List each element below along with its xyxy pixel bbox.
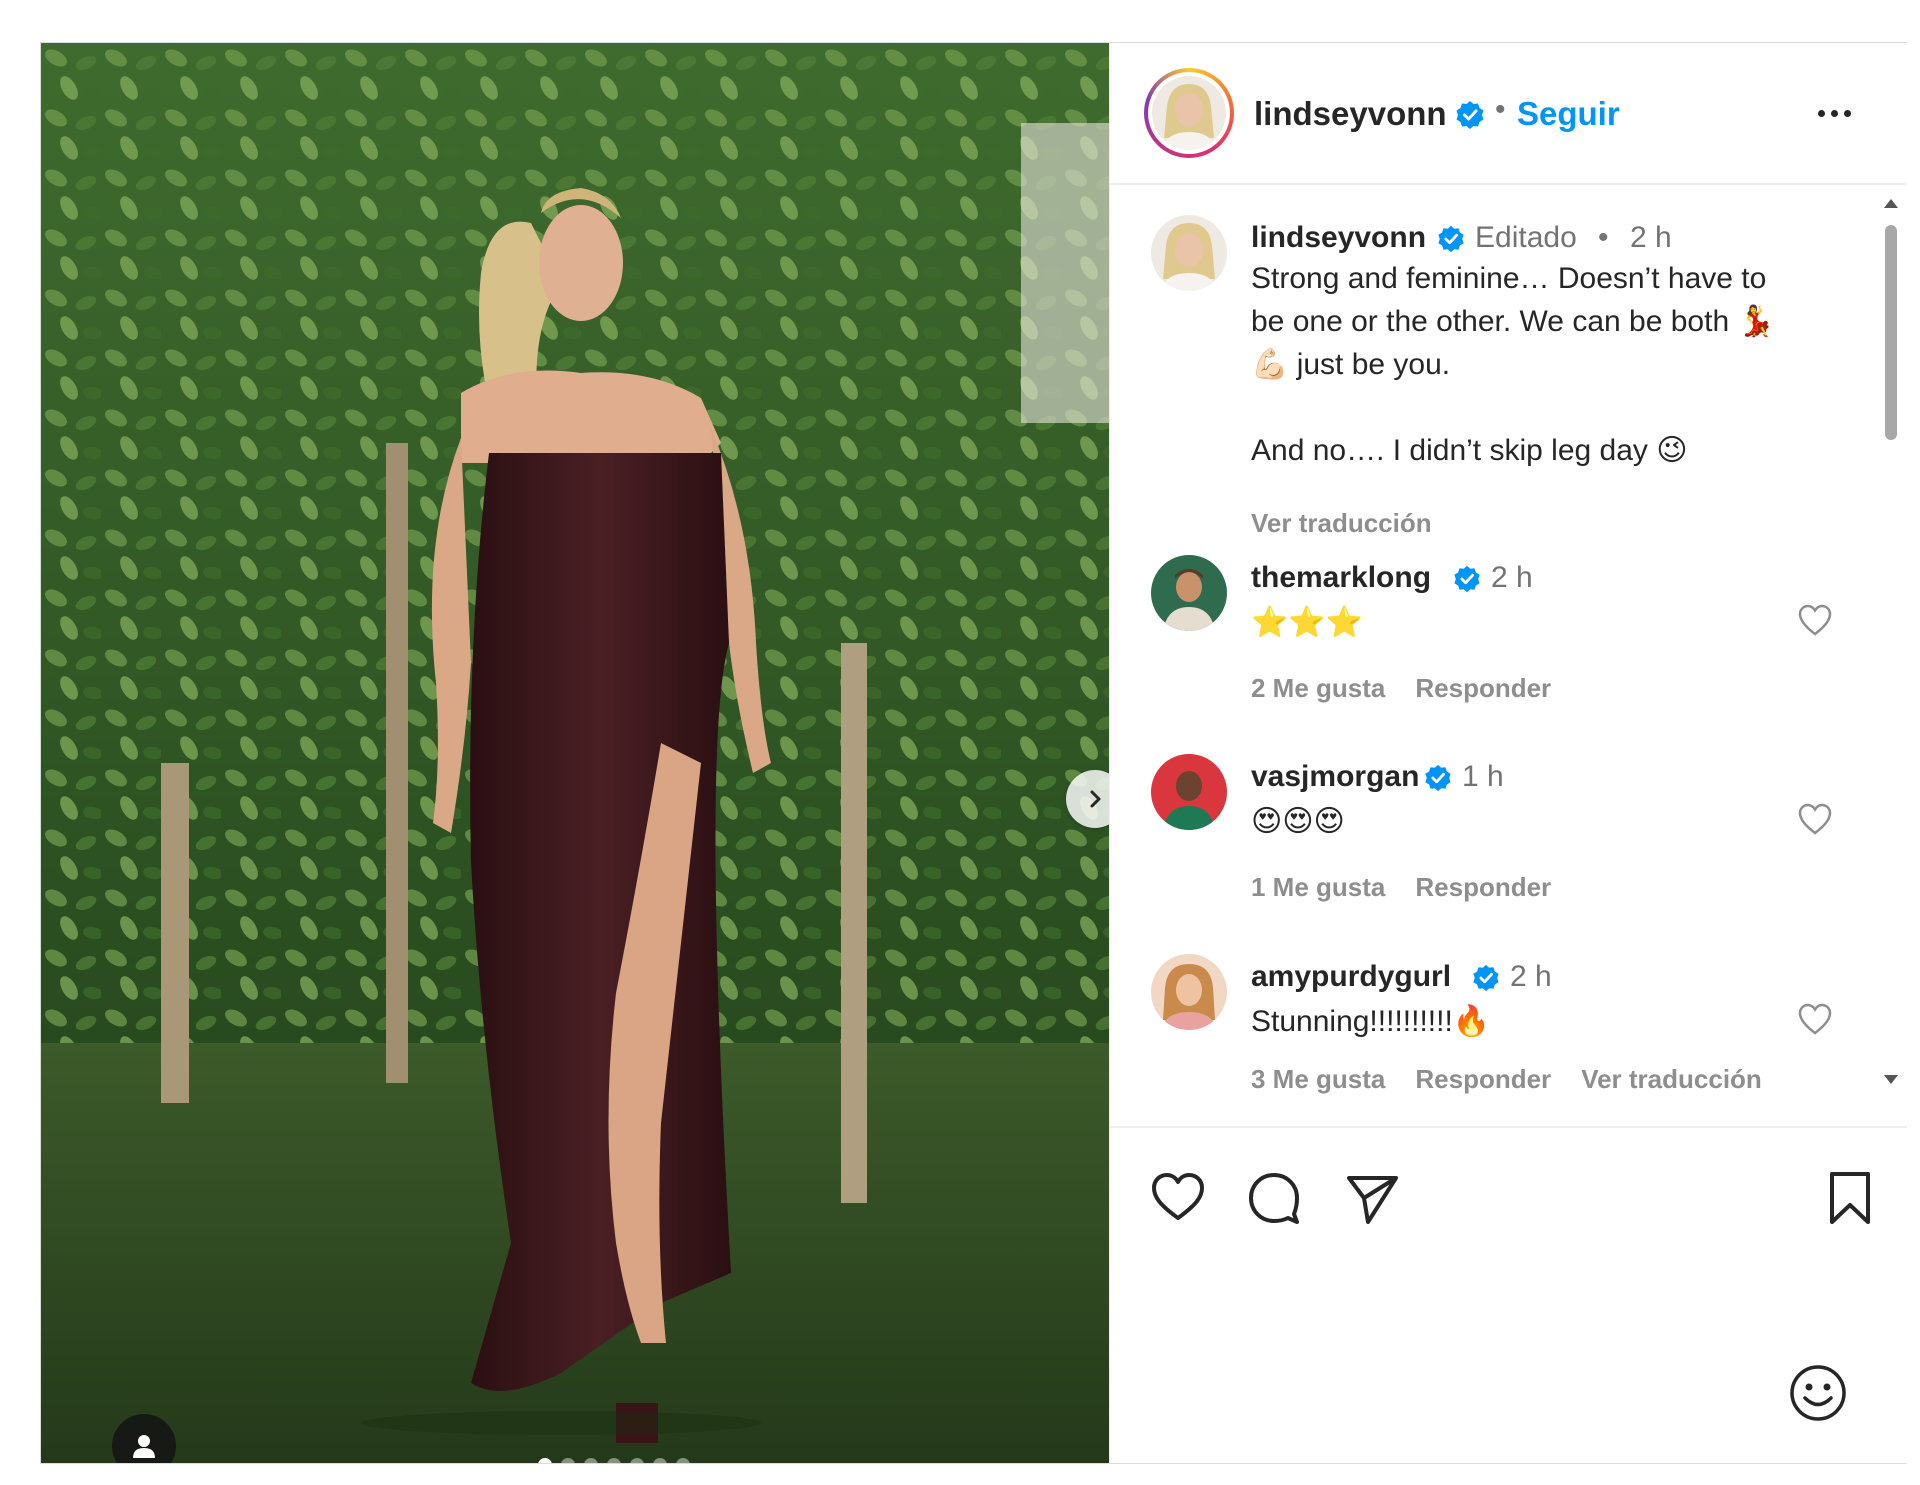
- heart-icon[interactable]: [1150, 1170, 1206, 1226]
- comment-likes[interactable]: 2 Me gusta: [1251, 673, 1385, 704]
- author-username[interactable]: lindseyvonn: [1254, 95, 1447, 133]
- carousel-dot: [653, 1458, 667, 1463]
- carousel-dot: [561, 1458, 575, 1463]
- carousel-dot: [630, 1458, 644, 1463]
- comment-username[interactable]: amypurdygurl: [1251, 960, 1451, 994]
- comment-avatar[interactable]: [1151, 555, 1227, 631]
- comment-actions: 3 Me gusta Responder Ver traducción: [1251, 1064, 1762, 1095]
- more-options-icon[interactable]: [1818, 103, 1858, 123]
- verified-badge-icon: [1453, 565, 1481, 598]
- caption-avatar[interactable]: [1151, 215, 1227, 291]
- reply-button[interactable]: Responder: [1415, 673, 1551, 704]
- caption-text: Strong and feminine… Doesn’t have to be …: [1251, 257, 1851, 472]
- comment-likes[interactable]: 3 Me gusta: [1251, 1064, 1385, 1095]
- scroll-down-arrow-icon[interactable]: [1884, 1075, 1898, 1084]
- avatar-image: [1152, 76, 1226, 150]
- comment-time: 1 h: [1462, 760, 1504, 793]
- caption-line: Strong and feminine… Doesn’t have to: [1251, 262, 1767, 295]
- chevron-right-icon: [1090, 790, 1101, 808]
- comment-avatar[interactable]: [1151, 754, 1227, 830]
- scrollbar-thumb[interactable]: [1885, 225, 1897, 440]
- comment-username[interactable]: vasjmorgan: [1251, 760, 1419, 794]
- carousel-dot: [676, 1458, 690, 1463]
- heart-icon[interactable]: [1797, 1002, 1833, 1038]
- heart-icon[interactable]: [1797, 802, 1833, 838]
- caption-username[interactable]: lindseyvonn: [1251, 221, 1426, 255]
- caption-line: be one or the other. We can be both 💃: [1251, 305, 1775, 338]
- comments-list[interactable]: lindseyvonn Editado • 2 h Strong and fem…: [1110, 185, 1907, 1128]
- caption-translate-link[interactable]: Ver traducción: [1251, 508, 1432, 539]
- author-avatar[interactable]: [1144, 68, 1234, 158]
- send-icon[interactable]: [1344, 1170, 1400, 1226]
- comment-time: 2 h: [1491, 561, 1533, 594]
- post-header: lindseyvonn • Seguir: [1110, 43, 1907, 185]
- carousel-dot: [607, 1458, 621, 1463]
- caption-time: 2 h: [1630, 221, 1672, 254]
- scroll-up-arrow-icon[interactable]: [1884, 199, 1898, 208]
- comment-actions: 2 Me gusta Responder: [1251, 673, 1551, 704]
- caption-dot: •: [1598, 221, 1609, 254]
- caption-line: 💪🏻 just be you.: [1251, 348, 1451, 381]
- verified-badge-icon: [1472, 964, 1500, 997]
- post-side-panel: lindseyvonn • Seguir lindseyvonn Editado…: [1109, 43, 1907, 1463]
- verified-badge-icon: [1424, 764, 1452, 797]
- comment-text: 😍😍😍: [1251, 805, 1345, 838]
- emoji-icon[interactable]: [1788, 1363, 1848, 1423]
- reply-button[interactable]: Responder: [1415, 872, 1551, 903]
- post-photo: [41, 43, 1109, 1463]
- comment-text: Stunning!!!!!!!!!!🔥: [1251, 1005, 1491, 1038]
- comment-text: ⭐⭐⭐: [1251, 606, 1364, 639]
- comment-actions: 1 Me gusta Responder: [1251, 872, 1551, 903]
- comment-username[interactable]: themarklong: [1251, 561, 1431, 595]
- post-media[interactable]: [41, 43, 1109, 1463]
- header-separator: •: [1495, 93, 1506, 126]
- comment-icon[interactable]: [1246, 1170, 1302, 1226]
- carousel-indicator: [538, 1458, 690, 1463]
- bookmark-icon[interactable]: [1822, 1170, 1878, 1226]
- reply-button[interactable]: Responder: [1415, 1064, 1551, 1095]
- comment-avatar[interactable]: [1151, 954, 1227, 1030]
- heart-icon[interactable]: [1797, 603, 1833, 639]
- user-tag-icon: [133, 1435, 155, 1458]
- verified-badge-icon: [1455, 100, 1485, 135]
- comment-time: 2 h: [1510, 960, 1552, 993]
- verified-badge-icon: [1437, 225, 1465, 258]
- follow-button[interactable]: Seguir: [1517, 95, 1620, 133]
- carousel-dot: [584, 1458, 598, 1463]
- carousel-dot: [538, 1458, 552, 1463]
- comment-likes[interactable]: 1 Me gusta: [1251, 872, 1385, 903]
- edited-label: Editado: [1475, 221, 1577, 254]
- post-action-bar: [1110, 1128, 1907, 1238]
- comments-scrollbar[interactable]: [1883, 195, 1899, 1095]
- translate-link[interactable]: Ver traducción: [1581, 1064, 1762, 1095]
- caption-line: And no…. I didn’t skip leg day 😉: [1251, 434, 1688, 467]
